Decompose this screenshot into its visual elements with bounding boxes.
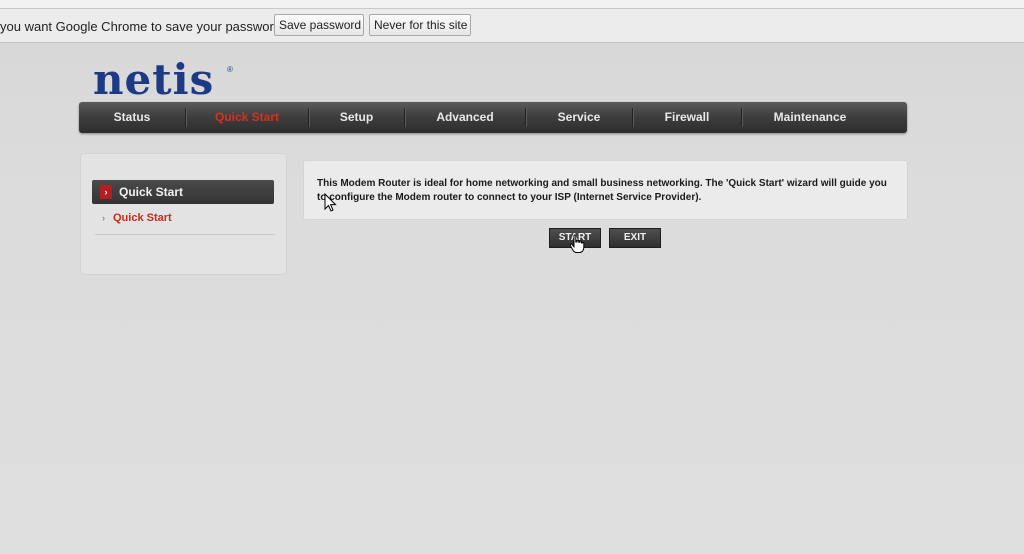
- registered-mark: ®: [227, 65, 233, 74]
- nav-tab-firewall[interactable]: Firewall: [633, 102, 741, 133]
- intro-text: This Modem Router is ideal for home netw…: [317, 178, 887, 203]
- sidebar-heading[interactable]: › Quick Start: [92, 180, 274, 204]
- save-password-infobar: you want Google Chrome to save your pass…: [0, 9, 1024, 43]
- hand-cursor-icon: [569, 234, 585, 253]
- nav-tab-setup[interactable]: Setup: [309, 102, 404, 133]
- nav-tab-service[interactable]: Service: [526, 102, 632, 133]
- save-password-button[interactable]: Save password: [274, 14, 364, 36]
- never-for-this-site-button[interactable]: Never for this site: [369, 14, 471, 36]
- nav-tab-advanced[interactable]: Advanced: [405, 102, 525, 133]
- nav-tab-status[interactable]: Status: [79, 102, 185, 133]
- nav-tab-maintenance[interactable]: Maintenance: [742, 102, 878, 133]
- nav-tab-quick-start[interactable]: Quick Start: [186, 102, 308, 133]
- chevron-right-icon: ›: [100, 185, 112, 199]
- browser-tabstrip-edge: [0, 0, 1024, 9]
- arrow-cursor-icon: [324, 193, 337, 212]
- small-chevron-icon: ›: [102, 213, 105, 223]
- main-nav-bar: Status Quick Start Setup Advanced Servic…: [79, 102, 907, 133]
- save-password-prompt: you want Google Chrome to save your pass…: [0, 19, 289, 34]
- exit-button[interactable]: EXIT: [609, 228, 661, 248]
- sidebar-panel: › Quick Start › Quick Start: [80, 153, 287, 275]
- sidebar-item-quick-start[interactable]: Quick Start: [113, 212, 172, 224]
- sidebar-heading-label: Quick Start: [119, 185, 184, 199]
- netis-logo: netis: [93, 55, 215, 104]
- sidebar-divider: [95, 234, 275, 235]
- intro-message-box: This Modem Router is ideal for home netw…: [303, 160, 908, 220]
- router-admin-page: netis ® Status Quick Start Setup Advance…: [0, 43, 1024, 554]
